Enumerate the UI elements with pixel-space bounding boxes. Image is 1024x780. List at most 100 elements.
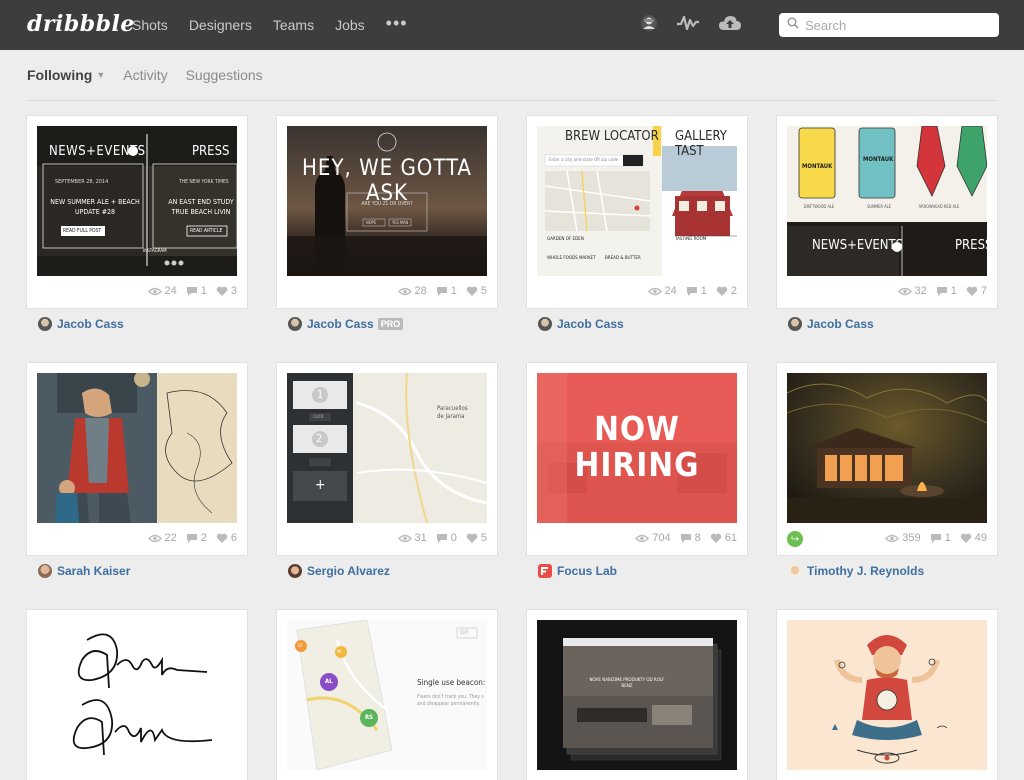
shot-author[interactable]: Jacob Cass	[538, 317, 624, 331]
views-stat: 28	[397, 285, 427, 297]
thumb-date: SEPTEMBER 28, 2014	[55, 179, 109, 185]
thumb-pin-mc: MC	[337, 649, 343, 654]
nav-more-button[interactable]: •••	[386, 13, 408, 34]
shot-thumbnail[interactable]: MONTAUK MONTAUK DRIFTWOOD ALE SUMMER ALE…	[787, 126, 987, 276]
views-stat: 31	[397, 532, 427, 544]
comments-stat[interactable]: 8	[680, 532, 701, 544]
likes-stat[interactable]: 49	[960, 532, 987, 544]
thumb-press-headline: AN EAST END STUDY TRUE BEACH LIVIN	[168, 198, 234, 216]
shot-card[interactable]: NOW HIRING 704 8 61	[527, 363, 747, 555]
shot-stats: 28 1 5	[389, 284, 487, 298]
shot-card[interactable]: 22 2 6	[27, 363, 247, 555]
thumb-headline: NEW SUMMER ALE + BEACH UPDATE #28	[50, 198, 140, 216]
eye-icon	[647, 287, 662, 295]
avatar	[538, 317, 552, 331]
views-count: 22	[164, 532, 177, 544]
views-stat: 24	[147, 285, 177, 297]
shot-thumbnail[interactable]	[787, 620, 987, 770]
shot-stats: 31 0 5	[389, 531, 487, 545]
likes-stat[interactable]: 61	[710, 532, 737, 544]
signature-graphic	[37, 620, 237, 770]
thumb-pin-al: AL	[325, 678, 333, 685]
shot-author[interactable]: Sergio Alvarez	[288, 564, 390, 578]
nav-jobs[interactable]: Jobs	[335, 17, 365, 33]
likes-count: 49	[974, 532, 987, 544]
shot-author[interactable]: Jacob Cass	[788, 317, 874, 331]
user-avatar-icon[interactable]	[640, 14, 658, 37]
upload-cloud-icon[interactable]	[718, 14, 742, 37]
shot-thumbnail[interactable]: AL RS MC GT GIF Single use beacon: Flaer…	[287, 620, 487, 770]
shot-author[interactable]: Timothy J. Reynolds	[788, 564, 924, 578]
likes-stat[interactable]: 7	[966, 285, 987, 297]
likes-stat[interactable]: 3	[216, 285, 237, 297]
comment-icon	[680, 533, 691, 543]
likes-stat[interactable]: 2	[716, 285, 737, 297]
heart-icon	[216, 286, 228, 296]
pro-badge: PRO	[377, 318, 404, 330]
shot-card[interactable]: NOVE NABIZIME PRODUKTY OD ROLF BENZ	[527, 610, 747, 780]
shot-thumbnail[interactable]: BREW LOCATOR GALLERY TAST Enter a city a…	[537, 126, 737, 276]
comments-stat[interactable]: 0	[436, 532, 457, 544]
dribbble-logo[interactable]: dribbble	[27, 11, 135, 37]
likes-count: 61	[724, 532, 737, 544]
comments-count: 0	[450, 532, 457, 544]
shot-card[interactable]: ↪ 359 1 49	[777, 363, 997, 555]
shot-thumbnail[interactable]: NOVE NABIZIME PRODUKTY OD ROLF BENZ	[537, 620, 737, 770]
shot-thumbnail[interactable]	[787, 373, 987, 523]
heart-icon	[216, 533, 228, 543]
tab-suggestions[interactable]: Suggestions	[186, 67, 263, 83]
nav-teams[interactable]: Teams	[273, 17, 314, 33]
eye-icon	[147, 287, 162, 295]
nav-designers[interactable]: Designers	[189, 17, 252, 33]
comments-stat[interactable]: 2	[186, 532, 207, 544]
likes-count: 5	[480, 285, 487, 297]
nav-shots[interactable]: Shots	[132, 17, 168, 33]
author-name: Sarah Kaiser	[57, 564, 131, 578]
avatar	[38, 564, 52, 578]
rebound-icon[interactable]: ↪	[787, 531, 803, 547]
shot-thumbnail[interactable]: NEWS+EVENTS PRESS SEPTEMBER 28, 2014 NEW…	[37, 126, 237, 276]
thumb-title: BREW LOCATOR	[565, 129, 659, 144]
shot-thumbnail[interactable]: HEY, WE GOTTA ASK ARE YOU 21 OR OVER? NO…	[287, 126, 487, 276]
search-box[interactable]	[779, 13, 999, 37]
shot-card[interactable]: MONTAUK MONTAUK DRIFTWOOD ALE SUMMER ALE…	[777, 116, 997, 308]
shot-card[interactable]: NEWS+EVENTS PRESS SEPTEMBER 28, 2014 NEW…	[27, 116, 247, 308]
thumb-headline: HEY, WE GOTTA ASK	[302, 156, 472, 206]
shot-card[interactable]: 1 2 CLICK + Paracuellos de Jarama 31 0 5	[277, 363, 497, 555]
shot-thumbnail[interactable]: 1 2 CLICK + Paracuellos de Jarama	[287, 373, 487, 523]
likes-stat[interactable]: 5	[466, 532, 487, 544]
search-input[interactable]	[803, 16, 987, 34]
shot-thumbnail[interactable]: NOW HIRING	[537, 373, 737, 523]
comments-count: 8	[694, 532, 701, 544]
views-count: 31	[414, 532, 427, 544]
shot-author[interactable]: Focus Lab	[538, 564, 617, 578]
shot-card[interactable]: BREW LOCATOR GALLERY TAST Enter a city a…	[527, 116, 747, 308]
comments-count: 1	[450, 285, 457, 297]
shot-thumbnail[interactable]	[37, 373, 237, 523]
tab-following[interactable]: Following ▼	[27, 67, 105, 83]
shot-card[interactable]: HEY, WE GOTTA ASK ARE YOU 21 OR OVER? NO…	[277, 116, 497, 308]
shot-author[interactable]: Jacob Cass	[38, 317, 124, 331]
likes-stat[interactable]: 5	[466, 285, 487, 297]
heart-icon	[466, 533, 478, 543]
comments-stat[interactable]: 1	[436, 285, 457, 297]
tab-activity[interactable]: Activity	[123, 67, 167, 83]
shot-author[interactable]: Sarah Kaiser	[38, 564, 130, 578]
activity-icon[interactable]	[676, 14, 700, 37]
likes-count: 5	[480, 532, 487, 544]
shot-thumbnail[interactable]	[37, 620, 237, 770]
thumb-click-label: CLICK	[313, 414, 324, 419]
shot-card[interactable]	[777, 610, 997, 780]
shot-card[interactable]: AL RS MC GT GIF Single use beacon: Flaer…	[277, 610, 497, 780]
comments-stat[interactable]: 1	[936, 285, 957, 297]
shot-author[interactable]: Jacob Cass PRO	[288, 317, 404, 331]
comments-stat[interactable]: 1	[930, 532, 951, 544]
avatar	[38, 317, 52, 331]
likes-stat[interactable]: 6	[216, 532, 237, 544]
main-nav: Shots Designers Teams Jobs •••	[132, 0, 429, 50]
comments-stat[interactable]: 1	[186, 285, 207, 297]
comments-stat[interactable]: 1	[686, 285, 707, 297]
shot-card[interactable]	[27, 610, 247, 780]
thumb-sub-3: ARROWHEAD RED ALE	[918, 204, 960, 209]
thumb-cta: READ FULL POST	[63, 228, 102, 234]
